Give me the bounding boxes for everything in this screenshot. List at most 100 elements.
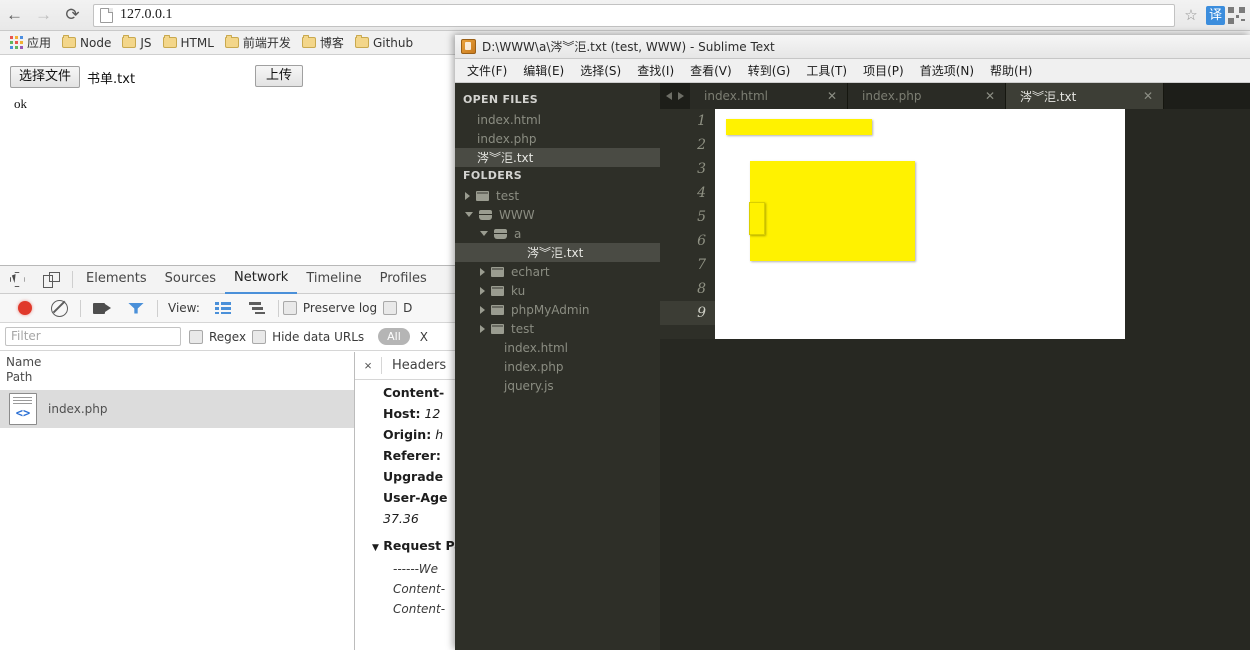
tab-scroll-controls[interactable] [660,92,690,100]
bookmark-apps[interactable]: 应用 [6,32,58,53]
tab-elements[interactable]: Elements [77,267,156,293]
bookmark-github[interactable]: Github [351,34,420,52]
tree-label: phpMyAdmin [511,302,590,317]
tab-timeline[interactable]: Timeline [297,267,370,293]
inspect-element-button[interactable] [0,267,34,293]
folder-icon [224,35,239,48]
tree-folder-ku[interactable]: ku [455,281,660,300]
column-header-path[interactable]: Path [6,370,354,385]
header-key: Upgrade [383,469,444,484]
tree-folder-echart[interactable]: echart [455,262,660,281]
bookmark-blog[interactable]: 博客 [298,32,351,53]
tree-file-txt[interactable]: 涔︾洰.txt [455,243,660,262]
close-icon[interactable]: ✕ [985,89,995,103]
tab-label: 涔︾洰.txt [1020,89,1077,104]
bookmark-js[interactable]: JS [118,34,158,52]
sublime-title-bar[interactable]: D:\WWW\a\涔︾洰.txt (test, WWW) - Sublime T… [455,35,1250,59]
bookmark-label: 前端开发 [242,36,291,50]
menu-help[interactable]: 帮助(H) [982,60,1040,81]
tree-folder-phpmyadmin[interactable]: phpMyAdmin [455,300,660,319]
upload-response-text: ok [14,96,27,111]
waterfall-view-button[interactable] [240,295,274,321]
bookmark-node[interactable]: Node [58,34,118,52]
hide-data-urls-checkbox[interactable] [252,329,267,344]
translate-icon[interactable]: 译 [1206,5,1225,25]
folder-icon [491,323,504,334]
close-icon[interactable]: × [355,358,381,373]
qr-code-icon[interactable] [1228,6,1245,24]
tree-folder-test-inner[interactable]: test [455,319,660,338]
line-number: 6 [697,233,706,249]
regex-label: Regex [209,329,247,344]
menu-edit[interactable]: 编辑(E) [515,60,572,81]
line-number: 3 [697,161,706,177]
menu-find[interactable]: 查找(I) [629,60,682,81]
clear-button[interactable] [42,295,76,321]
bookmark-frontend[interactable]: 前端开发 [221,32,298,53]
menu-selection[interactable]: 选择(S) [572,60,629,81]
tab-profiles[interactable]: Profiles [371,267,436,293]
tree-file-index-html[interactable]: index.html [455,338,660,357]
regex-checkbox[interactable] [189,329,203,344]
record-button[interactable] [8,295,42,321]
filter-type-all[interactable]: All [378,328,410,345]
tree-file-index-php[interactable]: index.php [455,357,660,376]
menu-file[interactable]: 文件(F) [459,60,515,81]
waterfall-view-icon [248,302,265,314]
tree-folder-www[interactable]: WWW [455,205,660,224]
open-file-index-php[interactable]: index.php [455,129,660,148]
capture-screenshots-button[interactable] [85,295,119,321]
tab-sources[interactable]: Sources [156,267,225,293]
choose-file-button[interactable]: 选择文件 [10,66,81,88]
filter-type-xhr[interactable]: X [420,330,428,344]
tree-label: WWW [499,207,535,222]
filter-toggle-button[interactable] [119,295,153,321]
address-bar[interactable]: 127.0.0.1 [93,3,1175,27]
tree-label: jquery.js [504,378,554,393]
header-key: Referer: [383,448,441,463]
editor-tab-txt[interactable]: 涔︾洰.txt ✕ [1006,83,1164,109]
open-file-index-html[interactable]: index.html [455,110,660,129]
section-title: Request Pa [383,538,463,553]
forward-button[interactable]: → [29,0,58,30]
disable-cache-checkbox[interactable] [383,301,398,315]
folder-icon [122,35,137,48]
close-icon[interactable]: ✕ [827,89,837,103]
bookmark-star-icon[interactable]: ☆ [1179,6,1203,24]
tree-label: index.html [504,340,568,355]
tree-folder-test[interactable]: test [455,186,660,205]
table-row[interactable]: <> index.php [0,390,354,428]
folder-icon [354,35,369,48]
tree-file-jquery-js[interactable]: jquery.js [455,376,660,395]
close-icon[interactable]: ✕ [1143,89,1153,103]
chevron-right-icon[interactable] [678,92,684,100]
open-file-txt[interactable]: 涔︾洰.txt [455,148,660,167]
menu-preferences[interactable]: 首选项(N) [912,60,982,81]
text-selection-highlight-2 [750,161,915,261]
browser-toolbar-right: ☆ 译 [1179,5,1250,25]
menu-view[interactable]: 查看(V) [682,60,740,81]
filter-input[interactable]: Filter [5,327,181,346]
toolbar-divider [80,299,81,317]
sublime-text-window: D:\WWW\a\涔︾洰.txt (test, WWW) - Sublime T… [455,35,1250,650]
list-view-button[interactable] [206,295,240,321]
line-number: 8 [697,281,706,297]
menu-tools[interactable]: 工具(T) [798,60,855,81]
tab-network[interactable]: Network [225,266,298,294]
sublime-main-area: OPEN FILES index.html index.php 涔︾洰.txt … [455,83,1250,650]
tree-folder-a[interactable]: a [455,224,660,243]
menu-goto[interactable]: 转到(G) [740,60,799,81]
chevron-left-icon[interactable] [666,92,672,100]
bookmark-html[interactable]: HTML [159,34,221,52]
column-header-name[interactable]: Name [6,355,354,370]
reload-button[interactable]: ⟳ [58,0,87,30]
editor-tab-index-php[interactable]: index.php ✕ [848,83,1006,109]
upload-button[interactable]: 上传 [255,65,304,87]
tab-headers[interactable]: Headers [382,358,456,373]
editor-tab-index-html[interactable]: index.html ✕ [690,83,848,109]
preserve-log-checkbox[interactable] [282,301,297,315]
editor-text-area[interactable] [715,109,1125,339]
device-toolbar-button[interactable] [34,267,68,293]
back-button[interactable]: ← [0,0,29,30]
menu-project[interactable]: 项目(P) [855,60,912,81]
